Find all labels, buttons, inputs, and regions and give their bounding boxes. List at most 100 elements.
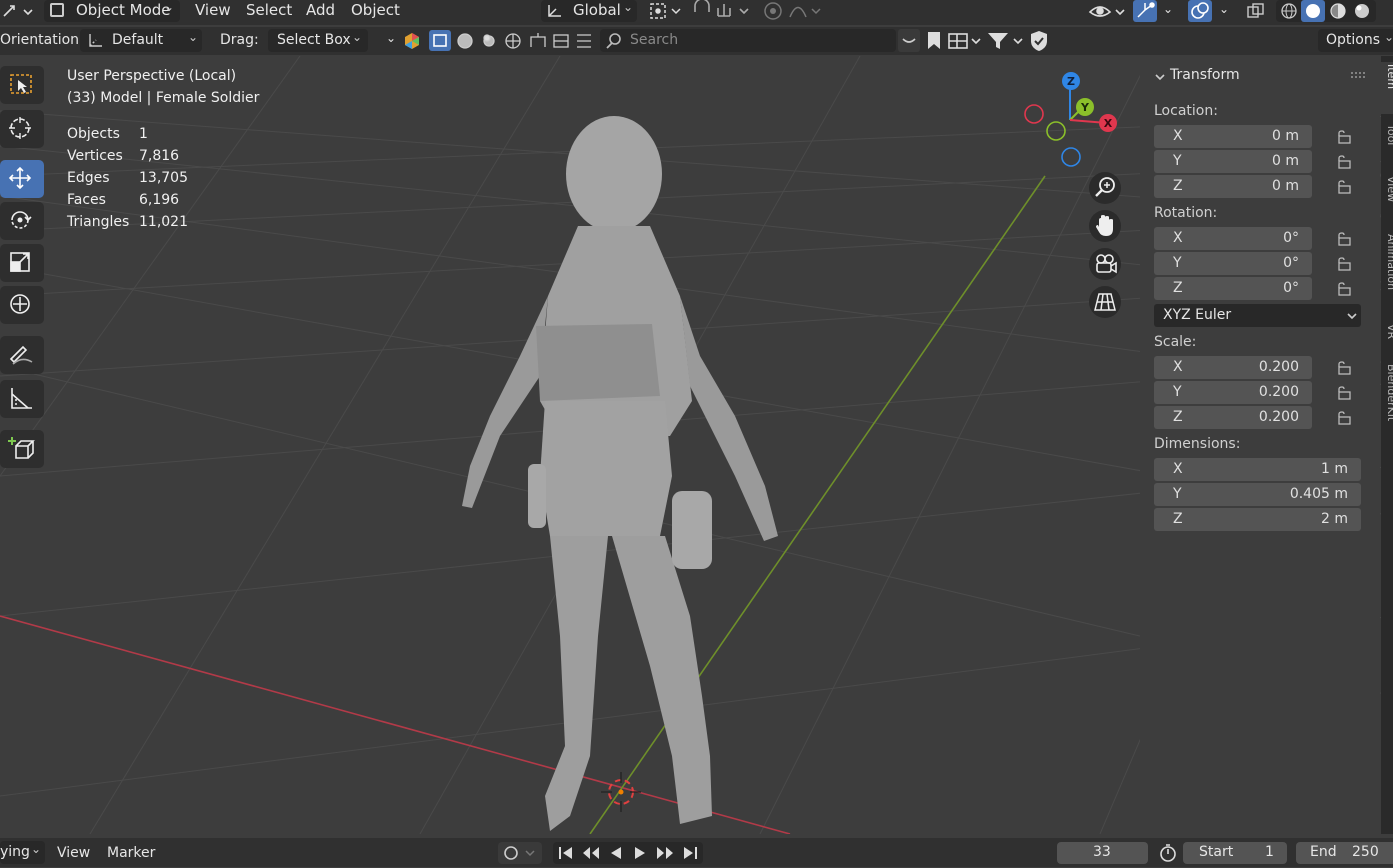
neg-x-axis-icon[interactable] [1024, 104, 1044, 124]
lock-icon[interactable] [1334, 361, 1352, 375]
lock-icon[interactable] [1334, 232, 1352, 246]
search-field[interactable]: Search [600, 29, 896, 52]
current-frame-field[interactable]: 33 [1057, 842, 1148, 864]
dimensions-y-field[interactable]: Y 0.405 m [1154, 483, 1361, 506]
visibility-dropdown[interactable] [1088, 0, 1128, 24]
transform-orientation-dropdown[interactable]: Global ⌄ [541, 0, 637, 22]
rotate-tool[interactable] [0, 202, 44, 240]
overlays-toggle-button[interactable] [1188, 0, 1212, 22]
orientation-label: Orientation: [0, 32, 84, 48]
cursor-tool[interactable] [0, 110, 44, 148]
mode-dropdown[interactable]: Object Mode ⌄ [44, 0, 180, 22]
rendered-shading-icon[interactable] [1352, 2, 1372, 20]
options-dropdown[interactable]: Options ⌄ [1318, 29, 1393, 52]
3d-viewport[interactable]: User Perspective (Local) (33) Model | Fe… [0, 56, 1393, 834]
field-value: 0.200 [1258, 359, 1299, 375]
perspective-toggle-button[interactable] [1089, 286, 1121, 318]
scale-tool[interactable] [0, 244, 44, 282]
jump-end-icon[interactable] [681, 845, 699, 861]
tab-item[interactable]: Item [1381, 62, 1393, 114]
navigation-gizmo[interactable]: Z Y X [1020, 70, 1125, 170]
menu-select[interactable]: Select [246, 1, 292, 19]
move-tool[interactable] [0, 160, 44, 198]
chevron-down-icon[interactable]: ⌄ [1219, 2, 1229, 16]
material-preview-icon[interactable] [1328, 2, 1348, 20]
timeline-view-menu[interactable]: View [57, 845, 90, 861]
filter-icons-row[interactable] [455, 31, 615, 51]
lock-icon[interactable] [1334, 130, 1352, 144]
annotate-tool[interactable] [0, 336, 44, 374]
timeline-marker-menu[interactable]: Marker [107, 845, 155, 861]
neg-y-axis-icon[interactable] [1046, 121, 1066, 141]
play-icon[interactable] [631, 845, 649, 861]
pivot-point-dropdown[interactable] [648, 0, 684, 22]
measure-tool[interactable] [0, 380, 44, 418]
location-x-field[interactable]: X 0 m [1154, 125, 1312, 148]
tab-blenderkit[interactable]: BlenderKit [1381, 362, 1393, 442]
stopwatch-icon[interactable] [1157, 843, 1179, 863]
zoom-button[interactable] [1089, 172, 1121, 204]
camera-view-button[interactable] [1089, 248, 1121, 280]
dimensions-x-field[interactable]: X 1 m [1154, 458, 1361, 481]
lock-icon[interactable] [1334, 180, 1352, 194]
keying-toggle[interactable] [498, 842, 542, 864]
dimensions-z-field[interactable]: Z 2 m [1154, 508, 1361, 531]
tab-view[interactable]: View [1381, 174, 1393, 218]
shield-icon[interactable] [1029, 30, 1049, 52]
panel-title[interactable]: Transform [1170, 67, 1240, 83]
scale-y-field[interactable]: Y 0.200 [1154, 381, 1312, 404]
prev-keyframe-icon[interactable] [581, 845, 601, 861]
play-reverse-icon[interactable] [607, 845, 625, 861]
playback-dropdown[interactable]: ying ⌄ [0, 841, 45, 864]
snap-controls[interactable] [690, 0, 756, 22]
chevron-down-icon[interactable]: ⌄ [1163, 2, 1173, 16]
rotation-z-field[interactable]: Z 0° [1154, 277, 1312, 300]
transform-tool[interactable] [0, 286, 44, 324]
lock-icon[interactable] [1334, 155, 1352, 169]
filter-icon[interactable] [986, 31, 1024, 51]
end-frame-field[interactable]: End 250 [1296, 842, 1393, 864]
gizmo-y-label: Y [1080, 101, 1090, 114]
start-frame-field[interactable]: Start 1 [1183, 842, 1287, 864]
neg-z-axis-icon[interactable] [1061, 147, 1081, 167]
xray-toggle[interactable] [1246, 2, 1266, 20]
menu-view[interactable]: View [195, 1, 231, 19]
jump-start-icon[interactable] [557, 845, 575, 861]
dropdown-toggle[interactable] [898, 29, 920, 52]
add-cube-tool[interactable] [0, 430, 44, 468]
wireframe-shading-icon[interactable] [1279, 2, 1299, 20]
bookmark-icon[interactable] [925, 31, 943, 51]
drag-handle-icon[interactable] [1350, 70, 1366, 80]
lock-icon[interactable] [1334, 386, 1352, 400]
tab-tool[interactable]: Tool [1381, 122, 1393, 162]
chevron-down-icon[interactable] [1154, 71, 1166, 83]
lock-icon[interactable] [1334, 257, 1352, 271]
layout-icon[interactable] [947, 31, 981, 51]
pan-button[interactable] [1089, 210, 1121, 242]
select-box-tool[interactable] [0, 66, 44, 104]
menu-object[interactable]: Object [351, 1, 400, 19]
location-y-field[interactable]: Y 0 m [1154, 150, 1312, 173]
scale-x-field[interactable]: X 0.200 [1154, 356, 1312, 379]
rotation-y-field[interactable]: Y 0° [1154, 252, 1312, 275]
orientation-dropdown[interactable]: Default ⌄ [80, 29, 202, 52]
location-z-field[interactable]: Z 0 m [1154, 175, 1312, 198]
editor-type-dropdown[interactable] [0, 0, 36, 24]
scale-z-field[interactable]: Z 0.200 [1154, 406, 1312, 429]
solid-shading-button[interactable] [1301, 0, 1325, 22]
tab-vr[interactable]: VR [1381, 322, 1393, 350]
next-keyframe-icon[interactable] [655, 845, 675, 861]
pencil-icon [9, 345, 33, 365]
chevron-down-icon[interactable]: ⌄ [386, 31, 396, 45]
lock-icon[interactable] [1334, 411, 1352, 425]
rotation-x-field[interactable]: X 0° [1154, 227, 1312, 250]
drag-dropdown[interactable]: Select Box ⌄ [268, 29, 368, 52]
lock-icon[interactable] [1334, 282, 1352, 296]
select-mode-button[interactable] [429, 30, 451, 51]
rotation-mode-dropdown[interactable]: XYZ Euler [1154, 304, 1361, 327]
tab-animation[interactable]: Animation [1381, 232, 1393, 308]
color-wheel-icon[interactable] [403, 32, 421, 50]
menu-add[interactable]: Add [306, 1, 335, 19]
gizmo-toggle-button[interactable] [1133, 0, 1157, 22]
proportional-editing[interactable] [762, 0, 824, 22]
